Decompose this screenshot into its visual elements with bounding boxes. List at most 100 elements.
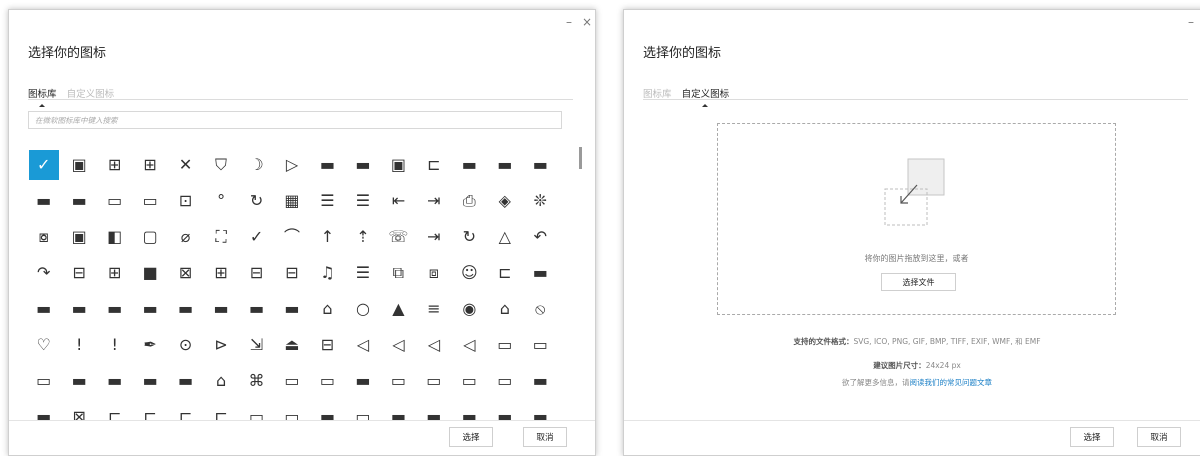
icon-cell[interactable]: ⊞ bbox=[135, 150, 165, 180]
icon-cell[interactable]: ⊞ bbox=[100, 150, 130, 180]
icon-cell[interactable]: ⊏ bbox=[490, 258, 520, 288]
icon-cell[interactable]: ▬ bbox=[171, 294, 201, 324]
icon-cell[interactable]: ⊡ bbox=[171, 186, 201, 216]
icon-cell[interactable]: ▭ bbox=[383, 366, 413, 396]
icon-cell[interactable]: ▬ bbox=[135, 294, 165, 324]
icon-cell[interactable]: ≡ bbox=[419, 294, 449, 324]
icon-cell[interactable]: ♫ bbox=[312, 258, 342, 288]
select-button[interactable]: 选择 bbox=[449, 427, 493, 447]
icon-cell[interactable]: ⇥ bbox=[419, 186, 449, 216]
icon-cell[interactable]: ⊟ bbox=[242, 258, 272, 288]
icon-cell[interactable]: ▣ bbox=[64, 222, 94, 252]
icon-cell[interactable]: ⌒ bbox=[277, 222, 307, 252]
icon-cell[interactable]: ↷ bbox=[29, 258, 59, 288]
icon-cell[interactable]: ▬ bbox=[348, 366, 378, 396]
icon-cell[interactable]: ⛉ bbox=[206, 150, 236, 180]
icon-cell[interactable]: ☰ bbox=[348, 186, 378, 216]
icon-cell[interactable]: ○ bbox=[348, 294, 378, 324]
icon-cell[interactable]: ▬ bbox=[64, 294, 94, 324]
icon-cell[interactable]: ☏ bbox=[383, 222, 413, 252]
icon-cell[interactable]: ☰ bbox=[312, 186, 342, 216]
drop-zone[interactable]: 将你的图片拖放到这里，或者 选择文件 bbox=[717, 123, 1116, 315]
tab-custom-icons[interactable]: 自定义图标 bbox=[67, 89, 115, 106]
icon-cell[interactable]: ▬ bbox=[64, 186, 94, 216]
icon-cell[interactable]: ⌂ bbox=[490, 294, 520, 324]
icon-cell[interactable]: ▷ bbox=[277, 150, 307, 180]
icon-cell[interactable]: ° bbox=[206, 186, 236, 216]
icon-cell[interactable]: ▭ bbox=[490, 330, 520, 360]
icon-cell[interactable]: ⇡ bbox=[348, 222, 378, 252]
icon-cell[interactable]: ▲ bbox=[383, 294, 413, 324]
icon-cell[interactable]: ! bbox=[64, 330, 94, 360]
tab-icon-library[interactable]: 图标库 bbox=[643, 89, 672, 106]
icon-cell[interactable]: ⊠ bbox=[171, 258, 201, 288]
icon-cell[interactable]: △ bbox=[490, 222, 520, 252]
icon-cell[interactable]: ⛶ bbox=[206, 222, 236, 252]
icon-cell[interactable]: ⌘ bbox=[242, 366, 272, 396]
icon-cell[interactable]: ☰ bbox=[348, 258, 378, 288]
icon-cell[interactable]: ▬ bbox=[100, 366, 130, 396]
icon-cell[interactable]: ▬ bbox=[525, 366, 555, 396]
icon-cell[interactable]: ◧ bbox=[100, 222, 130, 252]
icon-cell[interactable]: ◁ bbox=[348, 330, 378, 360]
icon-cell[interactable]: ☽ bbox=[242, 150, 272, 180]
cancel-button[interactable]: 取消 bbox=[1137, 427, 1181, 447]
icon-cell[interactable]: ↑ bbox=[312, 222, 342, 252]
icon-cell[interactable]: ▬ bbox=[348, 150, 378, 180]
icon-cell[interactable]: ⊞ bbox=[100, 258, 130, 288]
icon-cell[interactable]: ▬ bbox=[29, 186, 59, 216]
icon-cell[interactable]: ! bbox=[100, 330, 130, 360]
icon-cell[interactable]: ▬ bbox=[454, 150, 484, 180]
icon-cell[interactable]: ▣ bbox=[383, 150, 413, 180]
icon-cell[interactable]: ⧉ bbox=[383, 258, 413, 288]
tab-custom-icons[interactable]: 自定义图标 bbox=[682, 89, 729, 107]
icon-cell[interactable]: ⊟ bbox=[277, 258, 307, 288]
minimize-button[interactable]: – bbox=[566, 15, 572, 29]
icon-cell[interactable]: ▬ bbox=[206, 294, 236, 324]
icon-cell[interactable]: ▭ bbox=[100, 186, 130, 216]
icon-cell[interactable]: ▭ bbox=[490, 366, 520, 396]
icon-cell[interactable]: ▬ bbox=[525, 258, 555, 288]
icon-cell[interactable]: ▣ bbox=[64, 150, 94, 180]
icon-cell[interactable]: ▬ bbox=[312, 150, 342, 180]
minimize-button[interactable]: – bbox=[1188, 15, 1194, 29]
icon-cell[interactable]: ⊞ bbox=[206, 258, 236, 288]
icon-cell[interactable]: ▭ bbox=[135, 186, 165, 216]
icon-cell[interactable]: ▭ bbox=[277, 366, 307, 396]
icon-cell[interactable]: ✕ bbox=[171, 150, 201, 180]
search-input[interactable] bbox=[28, 111, 562, 129]
icon-cell[interactable]: ▬ bbox=[242, 294, 272, 324]
icon-cell[interactable]: ✒ bbox=[135, 330, 165, 360]
icon-cell[interactable]: ▭ bbox=[419, 366, 449, 396]
icon-cell[interactable]: ⇲ bbox=[242, 330, 272, 360]
icon-cell[interactable]: ⌀ bbox=[171, 222, 201, 252]
icon-cell[interactable]: ⊏ bbox=[419, 150, 449, 180]
icon-cell-selected[interactable]: ✓ bbox=[28, 150, 59, 180]
icon-cell[interactable]: ❊ bbox=[525, 186, 555, 216]
icon-cell[interactable]: ▬ bbox=[277, 294, 307, 324]
icon-cell[interactable]: ⊟ bbox=[312, 330, 342, 360]
close-button[interactable]: × bbox=[582, 15, 592, 29]
icon-cell[interactable]: ▢ bbox=[135, 222, 165, 252]
icon-cell[interactable]: ▦ bbox=[277, 186, 307, 216]
icon-cell[interactable]: ♡ bbox=[29, 330, 59, 360]
icon-cell[interactable]: ◁ bbox=[383, 330, 413, 360]
icon-cell[interactable]: ■ bbox=[135, 258, 165, 288]
icon-cell[interactable]: ▭ bbox=[312, 366, 342, 396]
icon-cell[interactable]: ⧇ bbox=[29, 222, 59, 252]
icon-cell[interactable]: ▬ bbox=[29, 294, 59, 324]
icon-cell[interactable]: ↻ bbox=[242, 186, 272, 216]
icon-cell[interactable]: ⇥ bbox=[419, 222, 449, 252]
faq-link[interactable]: 阅读我们的常见问题文章 bbox=[910, 378, 993, 387]
icon-cell[interactable]: ⊳ bbox=[206, 330, 236, 360]
icon-cell[interactable]: ◈ bbox=[490, 186, 520, 216]
icon-cell[interactable]: ⊟ bbox=[64, 258, 94, 288]
icon-cell[interactable]: ⧈ bbox=[419, 258, 449, 288]
icon-cell[interactable]: ▬ bbox=[64, 366, 94, 396]
icon-cell[interactable]: ☺ bbox=[454, 258, 484, 288]
cancel-button[interactable]: 取消 bbox=[523, 427, 567, 447]
icon-cell[interactable]: ▭ bbox=[29, 366, 59, 396]
select-button[interactable]: 选择 bbox=[1070, 427, 1114, 447]
icon-cell[interactable]: ⦸ bbox=[525, 294, 555, 324]
icon-cell[interactable]: ▬ bbox=[171, 366, 201, 396]
